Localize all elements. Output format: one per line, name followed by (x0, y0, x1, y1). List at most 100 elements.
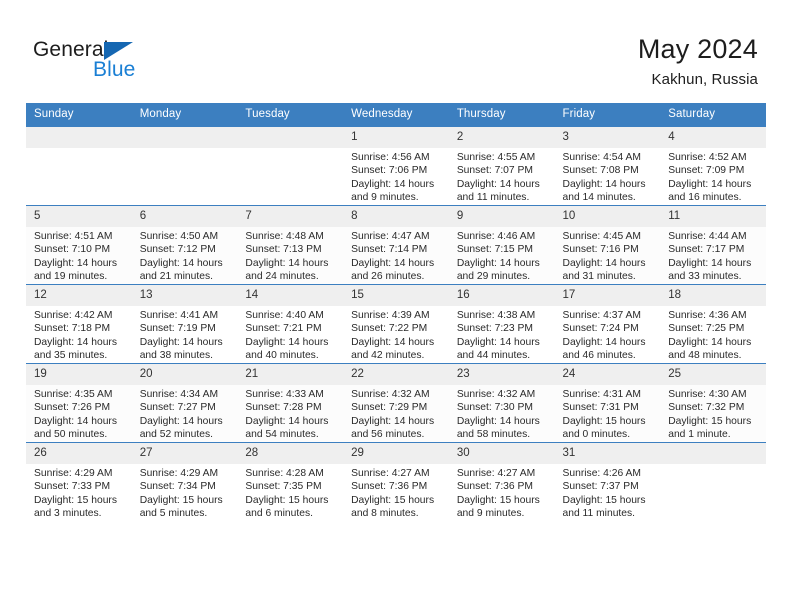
day-number: 18 (660, 285, 766, 306)
sunset-time: Sunset: 7:32 PM (668, 402, 745, 414)
sunset-time: Sunset: 7:29 PM (351, 402, 428, 414)
sunrise-time: Sunrise: 4:41 AM (139, 310, 219, 321)
day-details: Sunrise: 4:30 AM Sunset: 7:32 PM Daylight:… (660, 385, 766, 442)
calendar-week-row: 12 Sunrise: 4:42 AM Sunset: 7:18 PM Dayligh… (26, 284, 766, 364)
sunrise-time: Sunrise: 4:30 AM (668, 389, 747, 400)
sunset-time: Sunset: 7:14 PM (351, 244, 428, 256)
calendar-day-cell[interactable]: 27 Sunrise: 4:29 AM Sunset: 7:34 PM Dayligh… (131, 442, 238, 521)
calendar-day-cell[interactable]: 3 Sunrise: 4:54 AM Sunset: 7:08 PM Daylight… (554, 126, 661, 206)
daylight-duration-line1: Daylight: 14 hours (668, 257, 752, 269)
calendar-day-cell-empty (26, 126, 132, 206)
weekday-header-tuesday: Tuesday (237, 103, 344, 127)
sunrise-time: Sunrise: 4:54 AM (562, 152, 641, 163)
daylight-duration-line2: and 42 minutes. (351, 350, 425, 362)
calendar-day-cell[interactable]: 10 Sunrise: 4:45 AM Sunset: 7:16 PM Dayligh… (554, 205, 661, 285)
day-details: Sunrise: 4:29 AM Sunset: 7:34 PM Daylight:… (132, 464, 238, 521)
daylight-duration-line1: Daylight: 14 hours (34, 336, 117, 348)
day-number: 9 (448, 206, 555, 227)
daylight-duration-line2: and 21 minutes. (139, 271, 213, 283)
calendar-day-cell[interactable]: 30 Sunrise: 4:27 AM Sunset: 7:36 PM Dayligh… (448, 442, 555, 521)
daylight-duration-line1: Daylight: 14 hours (562, 178, 646, 190)
daylight-duration-line1: Daylight: 15 hours (245, 494, 329, 506)
day-number: 25 (660, 364, 766, 385)
daylight-duration-line1: Daylight: 14 hours (668, 336, 752, 348)
sunset-time: Sunset: 7:36 PM (456, 481, 533, 493)
calendar-day-cell[interactable]: 20 Sunrise: 4:34 AM Sunset: 7:27 PM Dayligh… (131, 363, 238, 443)
calendar-day-cell[interactable]: 5 Sunrise: 4:51 AM Sunset: 7:10 PM Daylight… (26, 205, 132, 285)
sunrise-time: Sunrise: 4:35 AM (34, 389, 113, 400)
daylight-duration-line1: Daylight: 14 hours (351, 257, 435, 269)
day-number: 19 (26, 364, 132, 385)
calendar-day-cell[interactable]: 25 Sunrise: 4:30 AM Sunset: 7:32 PM Dayligh… (660, 363, 766, 443)
daylight-duration-line2: and 31 minutes. (562, 271, 636, 283)
daylight-duration-line1: Daylight: 14 hours (456, 257, 540, 269)
calendar-day-cell[interactable]: 26 Sunrise: 4:29 AM Sunset: 7:33 PM Dayligh… (26, 442, 132, 521)
calendar-day-cell[interactable]: 16 Sunrise: 4:38 AM Sunset: 7:23 PM Dayligh… (448, 284, 555, 364)
daylight-duration-line1: Daylight: 14 hours (139, 257, 223, 269)
calendar-day-cell[interactable]: 13 Sunrise: 4:41 AM Sunset: 7:19 PM Dayligh… (131, 284, 238, 364)
calendar-day-cell[interactable]: 29 Sunrise: 4:27 AM Sunset: 7:36 PM Dayligh… (343, 442, 449, 521)
calendar-day-cell[interactable]: 17 Sunrise: 4:37 AM Sunset: 7:24 PM Dayligh… (554, 284, 661, 364)
calendar-day-cell[interactable]: 8 Sunrise: 4:47 AM Sunset: 7:14 PM Daylight… (343, 205, 449, 285)
calendar-day-cell[interactable]: 15 Sunrise: 4:39 AM Sunset: 7:22 PM Dayligh… (343, 284, 449, 364)
daylight-duration-line2: and 26 minutes. (351, 271, 425, 283)
day-number: 23 (448, 364, 555, 385)
sunset-time: Sunset: 7:26 PM (34, 402, 111, 414)
sunset-time: Sunset: 7:31 PM (562, 402, 639, 414)
calendar-day-cell[interactable]: 4 Sunrise: 4:52 AM Sunset: 7:09 PM Daylight… (660, 126, 766, 206)
sunrise-time: Sunrise: 4:50 AM (139, 231, 219, 242)
day-number: 7 (237, 206, 344, 227)
sunrise-time: Sunrise: 4:27 AM (351, 468, 430, 479)
sunset-time: Sunset: 7:19 PM (139, 323, 216, 335)
calendar-day-cell[interactable]: 28 Sunrise: 4:28 AM Sunset: 7:35 PM Dayligh… (237, 442, 344, 521)
sunset-time: Sunset: 7:28 PM (245, 402, 322, 414)
daylight-duration-line2: and 1 minute. (668, 429, 731, 441)
sunrise-time: Sunrise: 4:32 AM (351, 389, 430, 400)
daylight-duration-line2: and 52 minutes. (139, 429, 213, 441)
calendar-day-cell-empty (237, 126, 344, 206)
calendar-day-cell[interactable]: 12 Sunrise: 4:42 AM Sunset: 7:18 PM Dayligh… (26, 284, 132, 364)
weekday-header-friday: Friday (554, 103, 661, 127)
day-details: Sunrise: 4:28 AM Sunset: 7:35 PM Daylight:… (237, 464, 343, 521)
calendar-day-cell[interactable]: 18 Sunrise: 4:36 AM Sunset: 7:25 PM Dayligh… (660, 284, 766, 364)
calendar-day-cell[interactable]: 14 Sunrise: 4:40 AM Sunset: 7:21 PM Dayligh… (237, 284, 344, 364)
calendar-day-cell[interactable]: 31 Sunrise: 4:26 AM Sunset: 7:37 PM Dayligh… (554, 442, 661, 521)
daylight-duration-line1: Daylight: 14 hours (245, 336, 329, 348)
calendar-day-cell[interactable]: 1 Sunrise: 4:56 AM Sunset: 7:06 PM Daylight… (343, 126, 449, 206)
day-details: Sunrise: 4:32 AM Sunset: 7:30 PM Daylight:… (449, 385, 555, 442)
calendar-day-cell[interactable]: 2 Sunrise: 4:55 AM Sunset: 7:07 PM Daylight… (448, 126, 555, 206)
general-blue-logo[interactable]: General Blue (33, 38, 163, 84)
daylight-duration-line1: Daylight: 14 hours (139, 336, 223, 348)
daylight-duration-line2: and 46 minutes. (562, 350, 636, 362)
day-number: 28 (237, 443, 344, 464)
day-number: 12 (26, 285, 132, 306)
daylight-duration-line2: and 38 minutes. (139, 350, 213, 362)
calendar-day-cell[interactable]: 23 Sunrise: 4:32 AM Sunset: 7:30 PM Dayligh… (448, 363, 555, 443)
daylight-duration-line1: Daylight: 14 hours (139, 415, 223, 427)
calendar-day-cell[interactable]: 21 Sunrise: 4:33 AM Sunset: 7:28 PM Dayligh… (237, 363, 344, 443)
sunrise-time: Sunrise: 4:40 AM (245, 310, 324, 321)
day-number: 10 (554, 206, 661, 227)
daylight-duration-line1: Daylight: 14 hours (456, 415, 540, 427)
daylight-duration-line2: and 9 minutes. (456, 508, 525, 520)
sunrise-time: Sunrise: 4:34 AM (139, 389, 219, 400)
calendar-day-cell[interactable]: 7 Sunrise: 4:48 AM Sunset: 7:13 PM Daylight… (237, 205, 344, 285)
calendar-day-cell[interactable]: 9 Sunrise: 4:46 AM Sunset: 7:15 PM Daylight… (448, 205, 555, 285)
day-details: Sunrise: 4:34 AM Sunset: 7:27 PM Daylight:… (132, 385, 238, 442)
sunset-time: Sunset: 7:06 PM (351, 165, 428, 177)
day-number: 27 (131, 443, 238, 464)
weekday-header-monday: Monday (131, 103, 238, 127)
sunset-time: Sunset: 7:33 PM (34, 481, 111, 493)
sunrise-time: Sunrise: 4:55 AM (456, 152, 536, 163)
calendar-day-cell[interactable]: 19 Sunrise: 4:35 AM Sunset: 7:26 PM Dayligh… (26, 363, 132, 443)
sunset-time: Sunset: 7:21 PM (245, 323, 322, 335)
day-details: Sunrise: 4:42 AM Sunset: 7:18 PM Daylight:… (26, 306, 132, 363)
sunrise-time: Sunrise: 4:29 AM (34, 468, 113, 479)
daylight-duration-line1: Daylight: 15 hours (562, 494, 646, 506)
calendar-day-cell[interactable]: 24 Sunrise: 4:31 AM Sunset: 7:31 PM Dayligh… (554, 363, 661, 443)
calendar-day-cell[interactable]: 22 Sunrise: 4:32 AM Sunset: 7:29 PM Dayligh… (343, 363, 449, 443)
sunset-time: Sunset: 7:12 PM (139, 244, 216, 256)
calendar-day-cell[interactable]: 11 Sunrise: 4:44 AM Sunset: 7:17 PM Dayligh… (660, 205, 766, 285)
sunrise-time: Sunrise: 4:26 AM (562, 468, 641, 479)
calendar-day-cell[interactable]: 6 Sunrise: 4:50 AM Sunset: 7:12 PM Daylight… (131, 205, 238, 285)
